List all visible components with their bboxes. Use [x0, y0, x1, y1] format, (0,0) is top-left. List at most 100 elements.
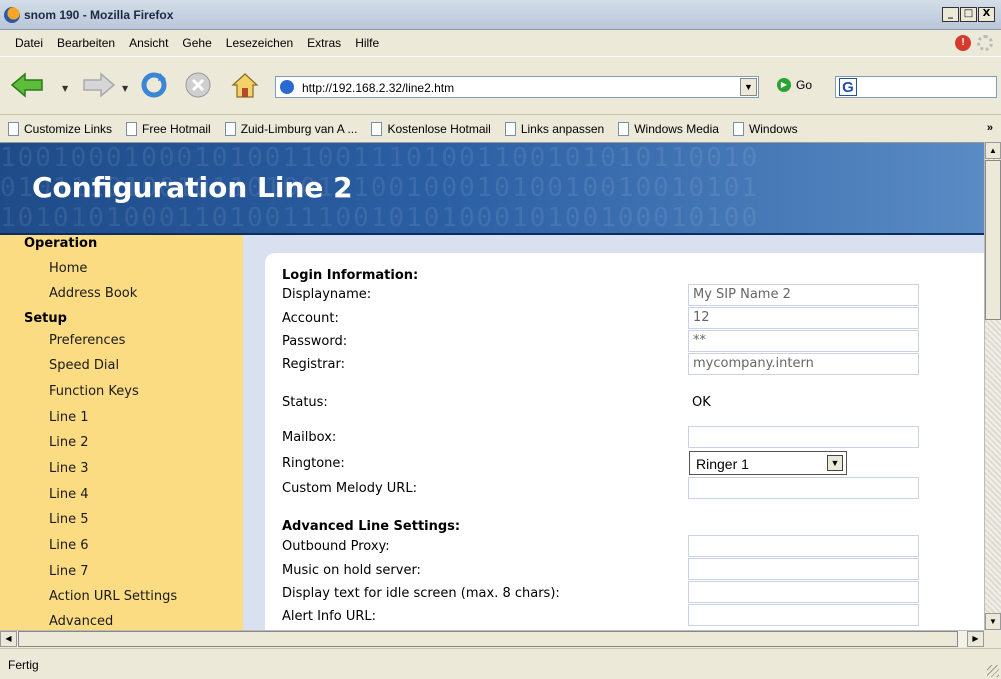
- vertical-scroll-thumb[interactable]: [985, 160, 1001, 320]
- menu-hilfe[interactable]: Hilfe: [348, 36, 386, 50]
- close-button[interactable]: X: [978, 7, 995, 22]
- sidebar-item-line-5[interactable]: Line 5: [49, 512, 89, 527]
- scroll-left-icon[interactable]: ◀: [0, 631, 17, 647]
- ringtone-selected: Ringer 1: [696, 456, 749, 472]
- page-icon: [371, 121, 383, 136]
- window-controls: _ □ X: [942, 7, 995, 22]
- scroll-up-icon[interactable]: ▲: [985, 142, 1001, 159]
- bookmark-label: Windows Media: [634, 121, 719, 136]
- music-on-hold-label: Music on hold server:: [282, 563, 421, 578]
- login-information-heading: Login Information:: [282, 268, 419, 283]
- page-icon: [126, 121, 138, 136]
- displayname-field[interactable]: My SIP Name 2: [688, 284, 919, 306]
- menu-bearbeiten[interactable]: Bearbeiten: [50, 36, 122, 50]
- scroll-down-icon[interactable]: ▼: [985, 613, 1001, 630]
- sidebar-item-function-keys[interactable]: Function Keys: [49, 384, 139, 399]
- menu-ansicht[interactable]: Ansicht: [122, 36, 175, 50]
- bookmark-label: Windows: [748, 121, 798, 136]
- bookmarks-overflow-button[interactable]: »: [987, 122, 993, 134]
- sidebar-item-advanced[interactable]: Advanced: [49, 614, 113, 629]
- account-field[interactable]: 12: [688, 307, 919, 329]
- header-banner: 1001000100010100110011101001100101010110…: [0, 143, 984, 233]
- url-text[interactable]: http://192.168.2.32/line2.htm: [302, 81, 454, 95]
- vertical-scrollbar[interactable]: ▲ ▼: [984, 142, 1001, 630]
- bookmark-label: Customize Links: [24, 121, 113, 136]
- minimize-button[interactable]: _: [942, 7, 959, 22]
- sidebar-item-line-4[interactable]: Line 4: [49, 487, 89, 502]
- page-icon: [224, 121, 236, 136]
- scroll-right-icon[interactable]: ▶: [967, 631, 984, 647]
- page-icon: [280, 80, 294, 94]
- menu-extras[interactable]: Extras: [300, 36, 348, 50]
- stop-icon[interactable]: [184, 71, 212, 99]
- forward-dropdown-icon[interactable]: ▼: [122, 84, 128, 93]
- bookmark-zuid-limburg[interactable]: Zuid-Limburg van A ...: [224, 121, 358, 136]
- ringtone-select[interactable]: Ringer 1 ▼: [689, 451, 847, 475]
- idle-text-label: Display text for idle screen (max. 8 cha…: [282, 586, 560, 601]
- resize-grip-icon[interactable]: [987, 665, 999, 677]
- displayname-label: Displayname:: [282, 287, 372, 302]
- menu-lesezeichen[interactable]: Lesezeichen: [219, 36, 300, 50]
- sidebar-item-line-6[interactable]: Line 6: [49, 538, 89, 553]
- sidebar-item-home[interactable]: Home: [49, 261, 87, 276]
- sidebar-item-line-3[interactable]: Line 3: [49, 461, 89, 476]
- page-icon: [732, 121, 744, 136]
- status-text: Fertig: [8, 658, 39, 672]
- menu-datei[interactable]: Datei: [8, 36, 50, 50]
- page-title: Configuration Line 2: [32, 171, 353, 204]
- sidebar-item-line-1[interactable]: Line 1: [49, 410, 89, 425]
- ringtone-label: Ringtone:: [282, 456, 345, 471]
- bookmark-links-anpassen[interactable]: Links anpassen: [504, 121, 605, 136]
- firefox-logo-icon: [4, 7, 20, 23]
- idle-text-field[interactable]: [688, 581, 919, 603]
- outbound-proxy-field[interactable]: [688, 535, 919, 557]
- horizontal-scroll-thumb[interactable]: [18, 631, 958, 647]
- password-field[interactable]: **: [688, 330, 919, 352]
- sidebar-item-address-book[interactable]: Address Book: [49, 286, 137, 301]
- home-icon[interactable]: [230, 71, 260, 99]
- url-bar[interactable]: http://192.168.2.32/line2.htm ▼: [275, 76, 759, 98]
- go-arrow-icon: ▶: [777, 78, 791, 92]
- sidebar-item-speed-dial[interactable]: Speed Dial: [49, 358, 119, 373]
- go-button[interactable]: ▶ Go: [777, 78, 812, 92]
- sidebar-item-preferences[interactable]: Preferences: [49, 333, 125, 348]
- status-value: OK: [692, 395, 711, 410]
- stop-sign-icon: !: [955, 35, 971, 51]
- reload-icon[interactable]: [140, 71, 168, 99]
- mailbox-field[interactable]: [688, 426, 919, 448]
- go-label: Go: [796, 78, 813, 92]
- back-arrow-icon[interactable]: [10, 71, 44, 99]
- bookmark-label: Links anpassen: [520, 121, 605, 136]
- bookmark-kostenlose-hotmail[interactable]: Kostenlose Hotmail: [371, 121, 491, 136]
- alert-info-url-label: Alert Info URL:: [282, 609, 376, 624]
- bookmark-windows-media[interactable]: Windows Media: [618, 121, 719, 136]
- title-bar: snom 190 - Mozilla Firefox _ □ X: [0, 0, 1001, 30]
- window-title: snom 190 - Mozilla Firefox: [24, 8, 174, 22]
- google-search-icon[interactable]: G: [839, 78, 857, 96]
- custom-melody-url-field[interactable]: [688, 477, 919, 499]
- chevron-down-icon[interactable]: ▼: [827, 455, 843, 471]
- maximize-button[interactable]: □: [960, 7, 977, 22]
- binary-pattern-row: 1010101000110100111001010100010100100010…: [0, 203, 760, 233]
- bookmark-label: Kostenlose Hotmail: [387, 121, 491, 136]
- custom-melody-url-label: Custom Melody URL:: [282, 481, 417, 496]
- sidebar-item-line-7[interactable]: Line 7: [49, 564, 89, 579]
- page-icon: [504, 121, 516, 136]
- music-on-hold-field[interactable]: [688, 558, 919, 580]
- sidebar-heading-setup: Setup: [24, 311, 67, 326]
- horizontal-scrollbar[interactable]: ◀ ▶: [0, 630, 984, 647]
- status-label: Status:: [282, 395, 328, 410]
- menu-gehe[interactable]: Gehe: [175, 36, 218, 50]
- bookmark-label: Zuid-Limburg van A ...: [240, 121, 358, 136]
- back-dropdown-icon[interactable]: ▼: [62, 84, 68, 93]
- sidebar-item-action-url-settings[interactable]: Action URL Settings: [49, 589, 177, 604]
- bookmark-windows[interactable]: Windows: [732, 121, 798, 136]
- registrar-field[interactable]: mycompany.intern: [688, 353, 919, 375]
- bookmark-customize-links[interactable]: Customize Links: [8, 121, 113, 136]
- url-history-dropdown-icon[interactable]: ▼: [740, 78, 757, 96]
- sidebar-item-line-2[interactable]: Line 2: [49, 435, 89, 450]
- bookmark-free-hotmail[interactable]: Free Hotmail: [126, 121, 211, 136]
- alert-info-url-field[interactable]: [688, 604, 919, 626]
- forward-arrow-icon[interactable]: [82, 71, 116, 99]
- search-input[interactable]: G: [835, 76, 997, 98]
